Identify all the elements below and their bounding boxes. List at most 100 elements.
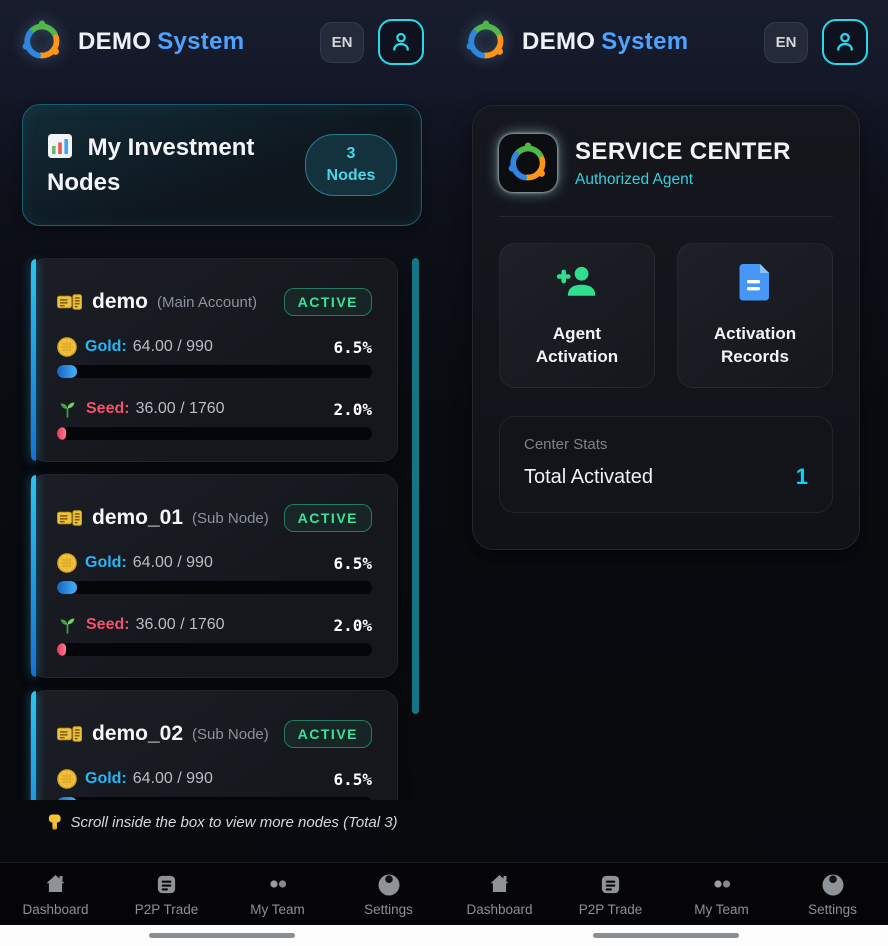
- brand-secondary: System: [157, 28, 244, 55]
- node-type: (Sub Node): [192, 510, 269, 527]
- scroll-hint-text: Scroll inside the box to view more nodes…: [70, 814, 397, 831]
- app-logo: [464, 19, 510, 65]
- seed-value: 36.00 / 1760: [136, 400, 225, 418]
- scroll-hint: Scroll inside the box to view more nodes…: [0, 813, 444, 831]
- document-icon: [737, 262, 773, 307]
- status-badge: ACTIVE: [284, 288, 372, 316]
- person-icon: [832, 29, 858, 55]
- nodes-count-unit: Nodes: [322, 165, 380, 187]
- investment-panel: My Investment Nodes 3 Nodes: [22, 104, 422, 226]
- language-button[interactable]: EN: [764, 22, 808, 63]
- app-header: DEMOSystem EN: [444, 0, 888, 84]
- nodes-count-badge: 3 Nodes: [305, 134, 397, 195]
- gold-label: Gold:: [85, 338, 127, 356]
- team-icon: [265, 871, 291, 897]
- center-stats-card: Center Stats Total Activated 1: [499, 416, 833, 513]
- seedling-icon: [57, 615, 78, 635]
- nav-item[interactable]: P2P Trade: [111, 863, 222, 925]
- app-title: DEMOSystem: [78, 28, 244, 56]
- service-center-panel: SERVICE CENTER Authorized Agent Agent Ac…: [472, 105, 860, 550]
- divider: [499, 216, 833, 217]
- home-icon: [487, 871, 512, 897]
- gold-progress-track: [57, 365, 372, 378]
- coin-icon: [57, 553, 77, 573]
- nav-item-label: My Team: [250, 902, 305, 917]
- gold-label: Gold:: [85, 554, 127, 572]
- seed-percent: 2.0%: [333, 616, 372, 635]
- seed-value: 36.00 / 1760: [136, 616, 225, 634]
- brand-secondary: System: [601, 28, 688, 55]
- nav-item-label: Settings: [364, 902, 413, 917]
- gold-percent: 6.5%: [333, 554, 372, 573]
- bottom-nav: Dashboard P2P Trade My Team: [0, 862, 444, 925]
- status-badge: ACTIVE: [284, 720, 372, 748]
- seed-percent: 2.0%: [333, 400, 372, 419]
- home-icon: [43, 871, 68, 897]
- home-indicator[interactable]: [593, 933, 739, 938]
- nav-item[interactable]: Settings: [777, 863, 888, 925]
- nav-item[interactable]: Settings: [333, 863, 444, 925]
- nav-item[interactable]: Dashboard: [444, 863, 555, 925]
- person-icon: [388, 29, 414, 55]
- home-strip: [0, 925, 444, 946]
- action-tile[interactable]: Agent Activation: [499, 243, 655, 388]
- bottom-nav: Dashboard P2P Trade My Team: [444, 862, 888, 925]
- nav-item-label: Dashboard: [22, 902, 88, 917]
- screen-service-center: DEMOSystem EN SERVICE CENTER A: [444, 0, 888, 946]
- node-name: demo: [92, 290, 148, 314]
- nav-item-label: Settings: [808, 902, 857, 917]
- seedling-icon: [57, 399, 78, 419]
- gold-label: Gold:: [85, 770, 127, 788]
- investment-panel-title: My Investment Nodes: [47, 132, 297, 198]
- node-card[interactable]: demo (Main Account) ACTIVE Gold: 64.00 /…: [30, 258, 398, 462]
- status-badge: ACTIVE: [284, 504, 372, 532]
- person-add-icon: [555, 262, 599, 307]
- nav-item[interactable]: My Team: [666, 863, 777, 925]
- profile-button[interactable]: [378, 19, 424, 65]
- coin-icon: [57, 337, 77, 357]
- node-card[interactable]: demo_01 (Sub Node) ACTIVE Gold: 64.00 / …: [30, 474, 398, 678]
- coin-icon: [57, 769, 77, 789]
- settings-icon: [376, 871, 402, 897]
- seed-progress-fill: [57, 643, 66, 656]
- pointing-down-icon: [46, 813, 63, 831]
- app-logo: [20, 19, 66, 65]
- nav-item[interactable]: Dashboard: [0, 863, 111, 925]
- profile-button[interactable]: [822, 19, 868, 65]
- gold-percent: 6.5%: [333, 770, 372, 789]
- action-label: Activation Records: [699, 323, 811, 369]
- ticket-icon: [57, 724, 82, 744]
- stats-heading: Center Stats: [524, 436, 808, 453]
- app-header: DEMOSystem EN: [0, 0, 444, 84]
- nav-item-label: Dashboard: [466, 902, 532, 917]
- trade-icon: [155, 871, 178, 897]
- node-type: (Sub Node): [192, 726, 269, 743]
- app-title: DEMOSystem: [522, 28, 688, 56]
- nav-item-label: P2P Trade: [135, 902, 199, 917]
- gold-progress-track: [57, 797, 372, 800]
- settings-icon: [820, 871, 846, 897]
- home-indicator[interactable]: [149, 933, 295, 938]
- nav-item[interactable]: P2P Trade: [555, 863, 666, 925]
- brand-primary: DEMO: [78, 28, 151, 55]
- language-button[interactable]: EN: [320, 22, 364, 63]
- community-logo-icon: [506, 141, 550, 185]
- nodes-scroll-area[interactable]: demo (Main Account) ACTIVE Gold: 64.00 /…: [0, 250, 444, 800]
- gold-progress-fill: [57, 581, 77, 594]
- seed-progress-track: [57, 643, 372, 656]
- seed-label: Seed:: [86, 616, 130, 634]
- service-center-logo: [499, 134, 557, 192]
- action-tile[interactable]: Activation Records: [677, 243, 833, 388]
- nav-item-label: P2P Trade: [579, 902, 643, 917]
- service-center-subtitle: Authorized Agent: [575, 171, 791, 189]
- seed-progress-track: [57, 427, 372, 440]
- gold-value: 64.00 / 990: [133, 770, 213, 788]
- team-icon: [709, 871, 735, 897]
- scrollbar-thumb[interactable]: [412, 258, 419, 714]
- nav-item[interactable]: My Team: [222, 863, 333, 925]
- node-card[interactable]: demo_02 (Sub Node) ACTIVE Gold: 64.00 / …: [30, 690, 398, 800]
- node-type: (Main Account): [157, 294, 257, 311]
- gold-value: 64.00 / 990: [133, 338, 213, 356]
- nodes-count: 3: [322, 143, 380, 165]
- community-logo-icon: [464, 19, 508, 63]
